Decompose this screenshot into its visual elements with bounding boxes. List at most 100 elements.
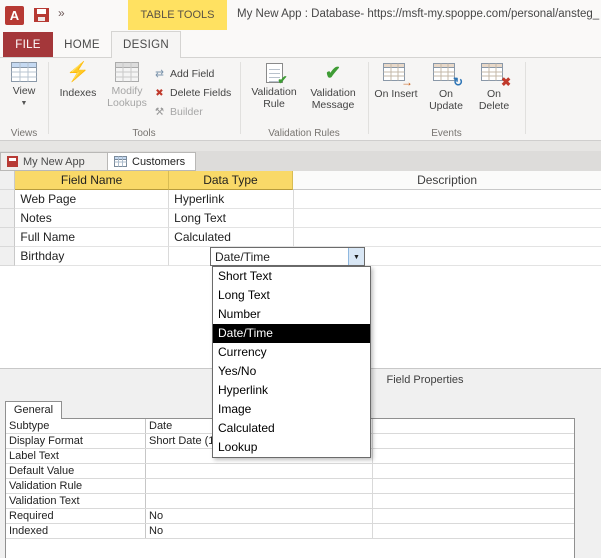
row-selector[interactable] (0, 228, 15, 247)
dropdown-item-lookup[interactable]: Lookup (213, 438, 370, 457)
row-selector[interactable] (0, 247, 15, 266)
dropdown-item-long-text[interactable]: Long Text (213, 286, 370, 305)
property-value[interactable]: No (146, 524, 373, 538)
column-header-data-type: Data Type (169, 171, 293, 190)
field-properties-label: Field Properties (360, 374, 490, 386)
description-cell[interactable] (294, 209, 601, 228)
general-tab[interactable]: General (5, 401, 62, 419)
property-value[interactable] (146, 464, 373, 478)
on-insert-label: On Insert (374, 88, 417, 100)
data-type-cell[interactable]: Calculated (169, 228, 294, 247)
delete-fields-button[interactable]: ✖ Delete Fields (152, 84, 238, 102)
validation-message-button[interactable]: ✔ Validation Message (304, 63, 362, 129)
on-delete-label: On Delete (472, 88, 516, 112)
property-name: Indexed (6, 524, 146, 538)
field-name-cell[interactable]: Notes (15, 209, 169, 228)
quick-access-chevron-icon[interactable]: » (58, 6, 65, 20)
property-name: Default Value (6, 464, 146, 478)
on-update-label: On Update (422, 88, 470, 112)
field-row: Full Name Calculated (0, 228, 601, 247)
add-field-button[interactable]: ⇄ Add Field (152, 65, 238, 83)
save-icon[interactable] (34, 8, 49, 22)
ribbon: View ▼ Views ⚡ Indexes Modify Lookups ⇄ … (0, 57, 601, 141)
dropdown-item-short-text[interactable]: Short Text (213, 267, 370, 286)
title-bar: A » TABLE TOOLS My New App : Database- h… (0, 0, 601, 30)
on-insert-button[interactable]: → On Insert (374, 63, 418, 129)
property-row-tail (373, 509, 574, 523)
field-name-cell[interactable]: Full Name (15, 228, 169, 247)
builder-label: Builder (170, 106, 203, 118)
events-group-label: Events (368, 128, 525, 139)
property-row-tail (373, 494, 574, 508)
ribbon-tab-row: FILE HOME DESIGN (0, 30, 601, 57)
property-value[interactable] (146, 479, 373, 493)
data-type-cell[interactable]: Hyperlink (169, 190, 294, 209)
combobox-dropdown-button[interactable]: ▼ (348, 248, 364, 265)
property-row-tail (373, 449, 574, 463)
update-refresh-icon: ↻ (453, 76, 463, 88)
access-window: A » TABLE TOOLS My New App : Database- h… (0, 0, 601, 558)
dropdown-item-currency[interactable]: Currency (213, 343, 370, 362)
view-button-label: View (13, 85, 36, 97)
row-selector-corner[interactable] (0, 171, 15, 190)
ribbon-group-views: View ▼ Views (0, 58, 48, 140)
tab-home[interactable]: HOME (53, 32, 111, 57)
dropdown-item-date-time-selected[interactable]: Date/Time (213, 324, 370, 343)
data-type-combobox[interactable]: Date/Time ▼ (210, 247, 365, 266)
property-value[interactable] (146, 494, 373, 508)
property-row: Default Value (6, 464, 574, 479)
dropdown-item-hyperlink[interactable]: Hyperlink (213, 381, 370, 400)
chevron-down-icon: ▼ (21, 98, 28, 110)
dropdown-item-image[interactable]: Image (213, 400, 370, 419)
property-name: Validation Rule (6, 479, 146, 493)
ribbon-group-tools: ⚡ Indexes Modify Lookups ⇄ Add Field ✖ D… (48, 58, 240, 140)
field-name-cell[interactable]: Web Page (15, 190, 169, 209)
insert-arrow-icon: → (401, 76, 413, 88)
on-update-button[interactable]: ↻ On Update (422, 63, 470, 129)
data-type-cell[interactable]: Long Text (169, 209, 294, 228)
table-tab-icon (114, 156, 127, 167)
view-button[interactable]: View ▼ (4, 62, 44, 128)
property-row-tail (373, 419, 574, 433)
builder-button[interactable]: ⚒ Builder (152, 103, 238, 121)
tab-design[interactable]: DESIGN (111, 31, 181, 58)
table-tools-contextual-label: TABLE TOOLS (128, 0, 227, 30)
delete-x-icon: ✖ (501, 76, 511, 88)
property-name: Subtype (6, 419, 146, 433)
row-selector[interactable] (0, 209, 15, 228)
app-tab-icon (7, 156, 18, 167)
property-name: Display Format (6, 434, 146, 448)
modify-lookups-label: Modify Lookups (102, 85, 152, 109)
doc-tab-my-new-app[interactable]: My New App (0, 152, 108, 171)
description-cell[interactable] (294, 228, 601, 247)
description-cell[interactable] (294, 190, 601, 209)
datasheet-view-icon (11, 62, 37, 82)
column-header-field-name: Field Name (15, 171, 168, 190)
doc-tab-customers[interactable]: Customers (108, 152, 196, 171)
window-title: My New App : Database- https://msft-my.s… (237, 8, 601, 20)
validation-rule-button[interactable]: ✔ Validation Rule (246, 63, 302, 129)
property-value[interactable]: No (146, 509, 373, 523)
indexes-label: Indexes (60, 87, 97, 99)
ribbon-lower-strip (0, 141, 601, 151)
on-delete-button[interactable]: ✖ On Delete (472, 63, 516, 129)
dropdown-item-calculated[interactable]: Calculated (213, 419, 370, 438)
field-name-cell[interactable]: Birthday (15, 247, 169, 266)
tab-file[interactable]: FILE (3, 32, 53, 57)
dropdown-item-yes-no[interactable]: Yes/No (213, 362, 370, 381)
property-name: Label Text (6, 449, 146, 463)
on-insert-icon: → (383, 63, 409, 85)
modify-lookups-button[interactable]: Modify Lookups (102, 62, 152, 128)
add-field-icon: ⇄ (152, 68, 167, 80)
access-logo-icon[interactable]: A (5, 6, 24, 25)
validation-message-icon: ✔ (325, 63, 341, 84)
dropdown-item-number[interactable]: Number (213, 305, 370, 324)
indexes-lightning-icon: ⚡ (66, 62, 90, 84)
validation-rule-label: Validation Rule (246, 86, 302, 110)
property-name: Validation Text (6, 494, 146, 508)
check-icon: ✔ (277, 74, 287, 86)
document-tab-bar: My New App Customers (0, 151, 601, 171)
indexes-button[interactable]: ⚡ Indexes (56, 62, 100, 128)
row-selector[interactable] (0, 190, 15, 209)
builder-icon: ⚒ (152, 106, 167, 118)
